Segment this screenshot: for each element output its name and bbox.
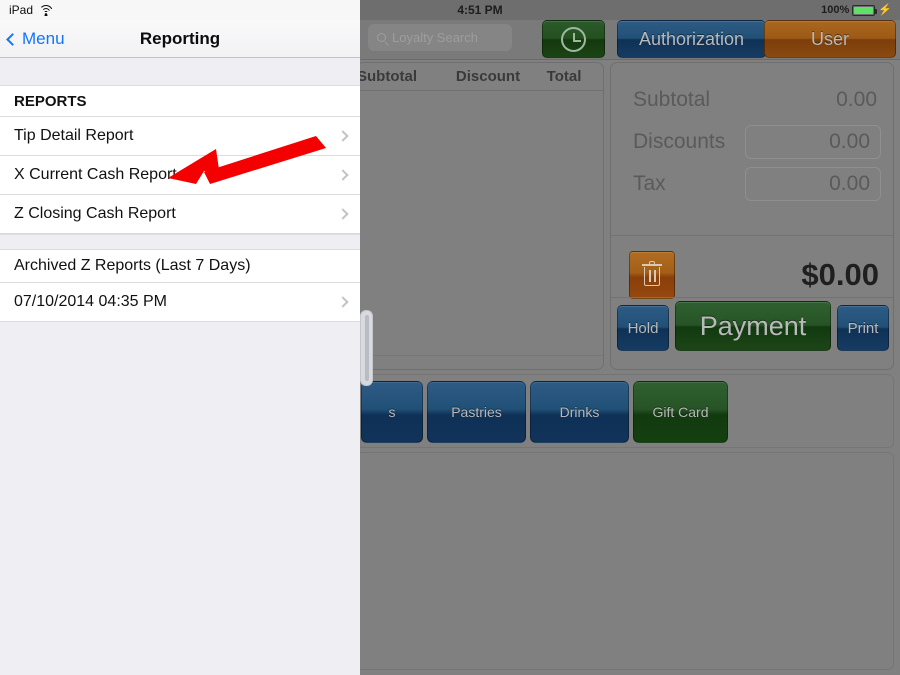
- subtotal-label: Subtotal: [633, 88, 711, 111]
- column-header-discount: Discount: [455, 68, 521, 85]
- battery-full-icon: [852, 4, 878, 16]
- pos-battery-indicator: 100% ⚡: [821, 0, 892, 20]
- payment-button[interactable]: Payment: [675, 301, 831, 351]
- chevron-right-icon: [337, 130, 349, 142]
- row-x-current-cash-report[interactable]: X Current Cash Report: [0, 156, 360, 195]
- category-label-gift-card: Gift Card: [652, 404, 709, 420]
- payment-button-label: Payment: [699, 310, 807, 341]
- lightning-bolt-icon: ⚡: [878, 3, 892, 16]
- row-label-archived-report-date: 07/10/2014 04:35 PM: [14, 293, 168, 310]
- subtotal-row: Subtotal 0.00: [611, 79, 893, 121]
- tax-label: Tax: [633, 172, 666, 195]
- category-button-partial[interactable]: s: [361, 381, 423, 443]
- section-header-archived-z-reports: Archived Z Reports (Last 7 Days): [0, 250, 360, 283]
- reporting-popover: iPad Menu Reporting REPORTS Tip Detail R…: [0, 0, 360, 675]
- reports-table: REPORTS Tip Detail Report X Current Cash…: [0, 58, 360, 322]
- user-button-label: User: [810, 28, 849, 49]
- order-columns-header: Subtotal Discount Total: [357, 63, 603, 91]
- battery-percent-label: 100%: [821, 4, 850, 16]
- grand-total-amount: $0.00: [801, 257, 879, 292]
- category-label-pastries: Pastries: [451, 404, 502, 420]
- category-button-gift-card[interactable]: Gift Card: [633, 381, 728, 443]
- order-list-footer: [357, 355, 603, 369]
- search-icon: [377, 33, 386, 42]
- tax-row: Tax 0.00: [611, 163, 893, 205]
- discounts-label: Discounts: [633, 130, 726, 153]
- user-button[interactable]: User: [764, 20, 896, 58]
- row-z-closing-cash-report[interactable]: Z Closing Cash Report: [0, 195, 360, 234]
- category-label-partial: s: [388, 404, 396, 420]
- hold-button[interactable]: Hold: [617, 305, 669, 351]
- time-clock-button[interactable]: [542, 20, 605, 58]
- row-label-z-closing-cash-report: Z Closing Cash Report: [14, 205, 176, 222]
- category-label-drinks: Drinks: [559, 404, 600, 420]
- print-button-label: Print: [847, 319, 879, 337]
- loyalty-search-input[interactable]: Loyalty Search: [368, 24, 512, 51]
- discounts-field[interactable]: 0.00: [745, 125, 881, 159]
- table-top-spacer: [0, 58, 360, 86]
- screen-root: 4:51 PM 100% ⚡ Loyalty Search Authorizat…: [0, 0, 900, 675]
- navigation-bar: Menu Reporting: [0, 20, 360, 58]
- chevron-right-icon: [337, 208, 349, 220]
- totals-divider: [611, 235, 893, 236]
- totals-panel: Subtotal 0.00 Discounts 0.00 Tax 0.00 $0…: [610, 62, 894, 370]
- trash-icon: [642, 260, 662, 287]
- category-button-drinks[interactable]: Drinks: [530, 381, 629, 443]
- ios-status-bar: iPad: [0, 0, 360, 20]
- section-spacer: [0, 234, 360, 250]
- row-tip-detail-report[interactable]: Tip Detail Report: [0, 117, 360, 156]
- loyalty-search-placeholder: Loyalty Search: [392, 30, 478, 45]
- authorization-button-label: Authorization: [638, 28, 745, 49]
- column-header-total: Total: [546, 68, 582, 85]
- section-header-reports-label: REPORTS: [14, 92, 87, 110]
- clear-order-button[interactable]: [629, 251, 675, 299]
- order-list-scrollbar[interactable]: [360, 310, 373, 386]
- products-grid-area: [356, 452, 894, 670]
- device-name-label: iPad: [9, 3, 34, 17]
- row-label-tip-detail-report: Tip Detail Report: [14, 127, 134, 144]
- chevron-right-icon: [337, 169, 349, 181]
- row-archived-report-date[interactable]: 07/10/2014 04:35 PM: [0, 283, 360, 322]
- authorization-button[interactable]: Authorization: [617, 20, 766, 58]
- hold-button-label: Hold: [627, 319, 659, 337]
- section-header-reports: REPORTS: [0, 86, 360, 117]
- category-button-strip: s Pastries Drinks Gift Card: [356, 374, 894, 448]
- order-items-panel: Subtotal Discount Total: [356, 62, 604, 370]
- wifi-icon: [39, 4, 54, 16]
- column-header-subtotal: Subtotal: [357, 68, 417, 85]
- subtotal-value: 0.00: [836, 88, 877, 111]
- row-label-x-current-cash-report: X Current Cash Report: [14, 166, 177, 183]
- print-button[interactable]: Print: [837, 305, 889, 351]
- actions-divider: [611, 297, 893, 298]
- discounts-row: Discounts 0.00: [611, 121, 893, 163]
- tax-field[interactable]: 0.00: [745, 167, 881, 201]
- page-title: Reporting: [139, 29, 221, 48]
- clock-icon: [561, 26, 586, 52]
- category-button-pastries[interactable]: Pastries: [427, 381, 526, 443]
- chevron-right-icon: [337, 296, 349, 308]
- section-header-archived-label: Archived Z Reports (Last 7 Days): [14, 257, 251, 274]
